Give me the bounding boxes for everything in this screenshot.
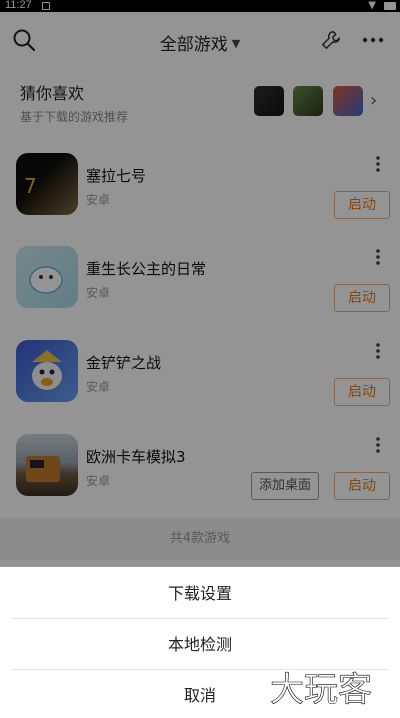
watermark-logo: 大玩客 bbox=[270, 670, 373, 710]
download-settings-option[interactable]: 下载设置 bbox=[0, 569, 400, 619]
local-scan-option[interactable]: 本地检测 bbox=[0, 620, 400, 670]
watermark-text: 大玩客 bbox=[270, 670, 372, 710]
divider bbox=[12, 618, 388, 619]
